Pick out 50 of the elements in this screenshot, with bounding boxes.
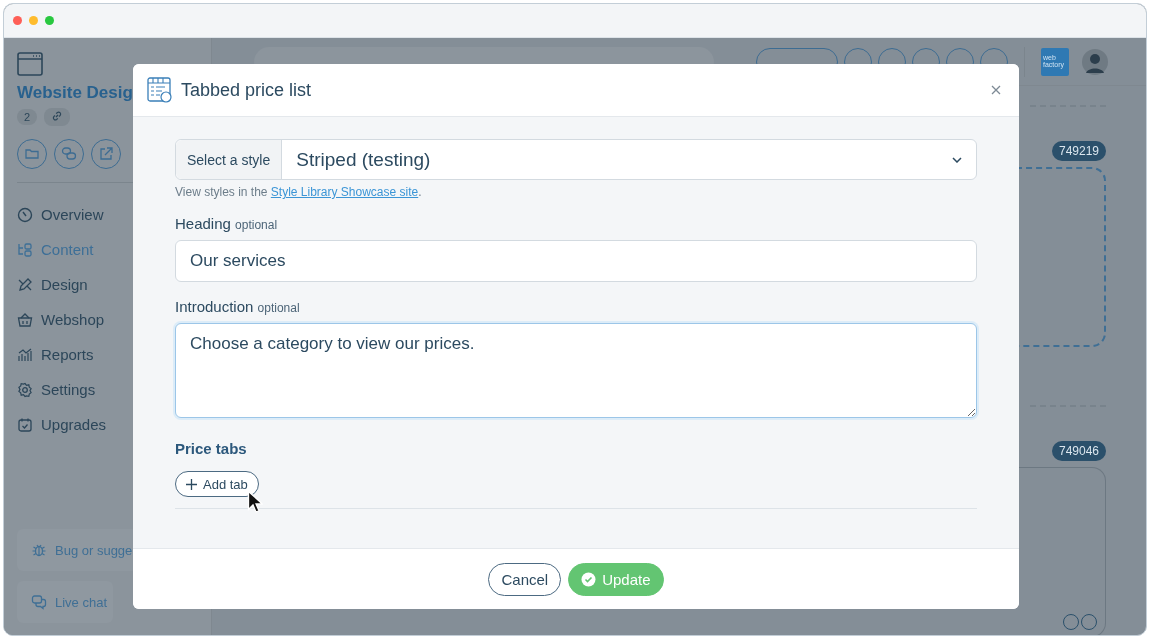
update-button[interactable]: Update <box>568 562 664 596</box>
folder-icon <box>24 146 40 162</box>
link-chip[interactable] <box>44 108 71 126</box>
cancel-button[interactable]: Cancel <box>488 562 562 596</box>
add-tab-button[interactable]: Add tab <box>175 471 259 497</box>
avatar-icon <box>1081 47 1109 76</box>
field-label: Introduction optional <box>175 298 301 315</box>
nav-item[interactable]: Overview <box>17 197 104 232</box>
dialog-title: Tabbed price list <box>181 79 312 101</box>
minimize-dot[interactable] <box>29 16 38 25</box>
blocks-icon <box>17 241 33 258</box>
gauge-icon <box>17 206 33 223</box>
settings-icon <box>17 381 33 398</box>
calendar-icon <box>17 416 33 433</box>
chat-icon <box>31 594 47 610</box>
field-label: Heading optional <box>175 215 279 232</box>
nav-item[interactable]: Settings <box>17 372 96 407</box>
count-chip: 2 <box>17 109 38 125</box>
close-dot[interactable] <box>13 16 22 25</box>
window-icon <box>17 52 43 76</box>
chevron-down-icon <box>952 156 962 163</box>
basket-icon <box>17 311 33 328</box>
id-badge: 749046 <box>1051 441 1106 461</box>
bar-chart-icon <box>17 346 33 363</box>
nav-item[interactable]: Upgrades <box>17 407 107 442</box>
cursor-icon <box>247 490 263 514</box>
close-icon <box>991 85 1001 95</box>
heading-field[interactable]: Our services <box>175 240 977 282</box>
section-title: Price tabs <box>175 440 248 457</box>
link-icon <box>51 110 64 122</box>
nav-item[interactable]: Content <box>17 232 94 267</box>
plus-icon <box>186 478 197 490</box>
select-label: Select a style <box>176 140 283 179</box>
introduction-field[interactable]: Choose a category to view our prices. <box>175 323 977 418</box>
bug-icon <box>31 542 47 558</box>
nav-item[interactable]: Reports <box>17 337 94 372</box>
zoom-dot[interactable] <box>45 16 54 25</box>
style-select[interactable]: Select a style Striped (testing) <box>175 139 977 180</box>
select-value: Striped (testing) <box>296 148 431 171</box>
check-circle-icon <box>581 571 597 587</box>
chat-icon <box>61 146 77 162</box>
sidebar-button[interactable]: Live chat <box>17 581 114 623</box>
site-title: Website Desig <box>17 83 133 103</box>
price-list-icon <box>147 77 173 103</box>
id-badge: 749219 <box>1051 141 1106 161</box>
nav-item[interactable]: Design <box>17 267 88 302</box>
hint-text: View styles in the Style Library Showcase site. <box>175 185 423 199</box>
pencil-icon <box>17 276 33 293</box>
external-link-icon <box>98 146 114 162</box>
nav-item[interactable]: Webshop <box>17 302 105 337</box>
